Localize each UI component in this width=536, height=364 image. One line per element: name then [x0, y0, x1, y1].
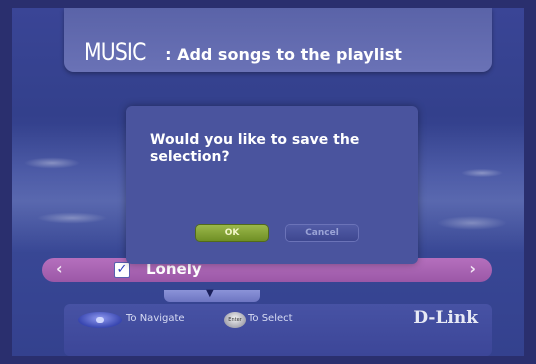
screen: MUSIC : Add songs to the playlist ‹ ✓ Lo…	[12, 8, 524, 356]
chevron-left-icon[interactable]: ‹	[56, 259, 63, 278]
cancel-button[interactable]: Cancel	[286, 225, 358, 241]
enter-icon: Enter	[224, 312, 246, 328]
checkbox[interactable]: ✓	[114, 262, 130, 278]
navigate-hint: To Navigate	[126, 313, 185, 324]
save-dialog: Would you like to save the selection? OK…	[126, 106, 418, 264]
page-subtitle: : Add songs to the playlist	[165, 45, 402, 64]
page-title: MUSIC : Add songs to the playlist	[84, 38, 402, 66]
ok-button[interactable]: OK	[196, 225, 268, 241]
chevron-down-icon: ▼	[206, 288, 214, 299]
scroll-down-button[interactable]: ▼	[164, 288, 260, 302]
footer-bar: To Navigate Enter To Select D-Link	[64, 304, 492, 356]
chevron-right-icon[interactable]: ›	[469, 259, 476, 278]
navigate-icon	[78, 312, 122, 328]
header-bar: MUSIC : Add songs to the playlist	[64, 8, 492, 72]
dialog-message: Would you like to save the selection?	[150, 132, 360, 165]
brand-logo: D-Link	[413, 308, 478, 328]
app-name: MUSIC	[84, 38, 146, 66]
select-hint: To Select	[248, 313, 293, 324]
